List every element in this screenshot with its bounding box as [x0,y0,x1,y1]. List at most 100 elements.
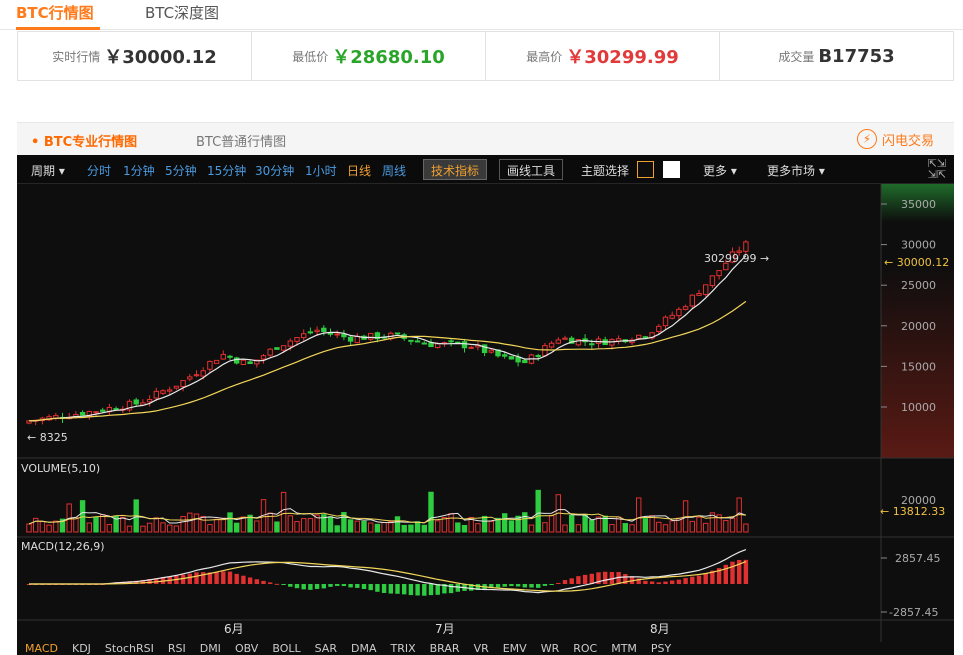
tab-btc-chart[interactable]: BTC行情图 [16,3,94,23]
macd-bar [556,582,561,584]
stat-label: 成交量 [778,49,815,64]
volume-bar [361,520,367,533]
volume-bar [642,518,649,533]
volume-bar [428,491,434,533]
interval-5min[interactable]: 5分钟 [165,162,197,179]
interval-weekly[interactable]: 周线 [382,162,406,179]
indicator-dma[interactable]: DMA [351,642,377,655]
volume-bar [368,522,374,533]
indicator-sar[interactable]: SAR [315,642,337,655]
indicator-boll[interactable]: BOLL [272,642,300,655]
macd-bar [643,580,648,584]
price-tick-label: 10000 [901,401,936,414]
indicator-wr[interactable]: WR [541,642,560,655]
macd-bar [703,573,708,584]
macd-bar [321,584,326,589]
indicator-psy[interactable]: PSY [651,642,671,655]
candle-body [542,345,548,357]
volume-bar [535,489,541,533]
candle-body [642,336,649,339]
stat-label: 最高价 [526,49,563,64]
draw-tools-button[interactable]: 画线工具 [499,159,564,180]
volume-bar [39,521,46,533]
candle-body [160,390,166,394]
indicator-rsi[interactable]: RSI [168,642,186,655]
volume-bar [180,516,186,533]
candle-body [743,241,749,252]
interval-timeshare[interactable]: 分时 [87,162,111,179]
interval-1min[interactable]: 1分钟 [123,162,155,179]
volume-bar [220,517,227,533]
flash-trade-button[interactable]: ⚡ 闪电交易 [856,129,934,149]
volume-bar [528,524,535,533]
indicator-vr[interactable]: VR [474,642,489,655]
volume-bar [146,522,153,533]
stats-bar: 实时行情 ￥30000.12 最低价 ￥28680.10 最高价 ￥30299.… [17,31,954,81]
indicator-obv[interactable]: OBV [235,642,258,655]
interval-15min[interactable]: 15分钟 [207,162,246,179]
volume-bar [86,522,92,533]
candle-body [676,308,682,317]
stat-label: 最低价 [292,49,329,64]
macd-title: MACD(12,26,9) [21,540,105,553]
macd-bar [381,584,387,593]
theme-light-swatch[interactable] [663,161,680,178]
indicator-macd[interactable]: MACD [25,642,58,655]
more-market-dropdown[interactable]: 更多市场 ▾ [767,162,825,179]
price-tick-label: 35000 [901,198,936,211]
volume-bar [240,516,247,533]
tab-pro-chart[interactable]: • BTC专业行情图 [31,131,137,150]
candle-body [213,359,220,364]
candle-body [227,355,233,358]
indicator-brar[interactable]: BRAR [430,642,460,655]
volume-bar [435,520,441,533]
candlestick-chart: 35000 30000 25000 20000 15000 10000 ← 30000.1… [17,184,954,642]
macd-bar [582,574,588,584]
candle-body [468,346,474,349]
interval-daily[interactable]: 日线 [347,162,371,179]
volume-bar [609,524,615,533]
volume-bar [662,524,669,533]
candle-body [394,332,401,335]
candle-body [287,340,294,347]
volume-bar [140,525,146,533]
candle-body [267,348,273,356]
candle-body [555,339,561,344]
candle-body [448,340,454,343]
volume-bar [649,515,655,533]
indicator-stochrsi[interactable]: StochRSI [105,642,154,655]
macd-tick-top: 2857.45 [895,552,941,565]
stat-realtime: 实时行情 ￥30000.12 [18,32,252,80]
candle-body [220,353,227,360]
tab-btc-depth[interactable]: BTC深度图 [145,3,219,23]
tech-indicator-button[interactable]: 技术指标 [423,159,488,180]
volume-bar [461,524,468,533]
indicator-mtm[interactable]: MTM [611,642,637,655]
indicator-roc[interactable]: ROC [573,642,597,655]
indicator-dmi[interactable]: DMI [200,642,221,655]
price-tick-label: 15000 [901,360,936,373]
theme-select-label: 主题选择 [581,164,630,178]
indicator-bar: MACD KDJ StochRSI RSI DMI OBV BOLL SAR DMA TRIX BR… [17,642,954,655]
interval-30min[interactable]: 30分钟 [255,162,294,179]
indicator-trix[interactable]: TRIX [390,642,415,655]
volume-current-label: ← 13812.33 [880,505,945,518]
volume-bar [120,516,126,533]
volume-bar [481,515,488,533]
high-price-label: 30299.99 → [704,252,769,265]
interval-1hour[interactable]: 1小时 [305,162,337,179]
macd-bar [281,584,286,585]
panel-header: • BTC专业行情图 BTC普通行情图 ⚡ 闪电交易 [17,122,954,155]
more-dropdown[interactable]: 更多 ▾ [703,162,737,179]
indicator-emv[interactable]: EMV [503,642,527,655]
indicator-kdj[interactable]: KDJ [72,642,91,655]
volume-bar [522,512,528,533]
period-dropdown[interactable]: 周期 ▾ [31,162,65,179]
candle-body [703,284,709,295]
theme-dark-swatch[interactable] [637,161,654,178]
candle-body [341,333,347,338]
macd-bar [448,584,454,594]
fullscreen-icon[interactable]: ⇱⇲ ⇲⇱ [926,158,948,180]
tab-normal-chart[interactable]: BTC普通行情图 [196,131,286,150]
candle-body [193,374,200,377]
